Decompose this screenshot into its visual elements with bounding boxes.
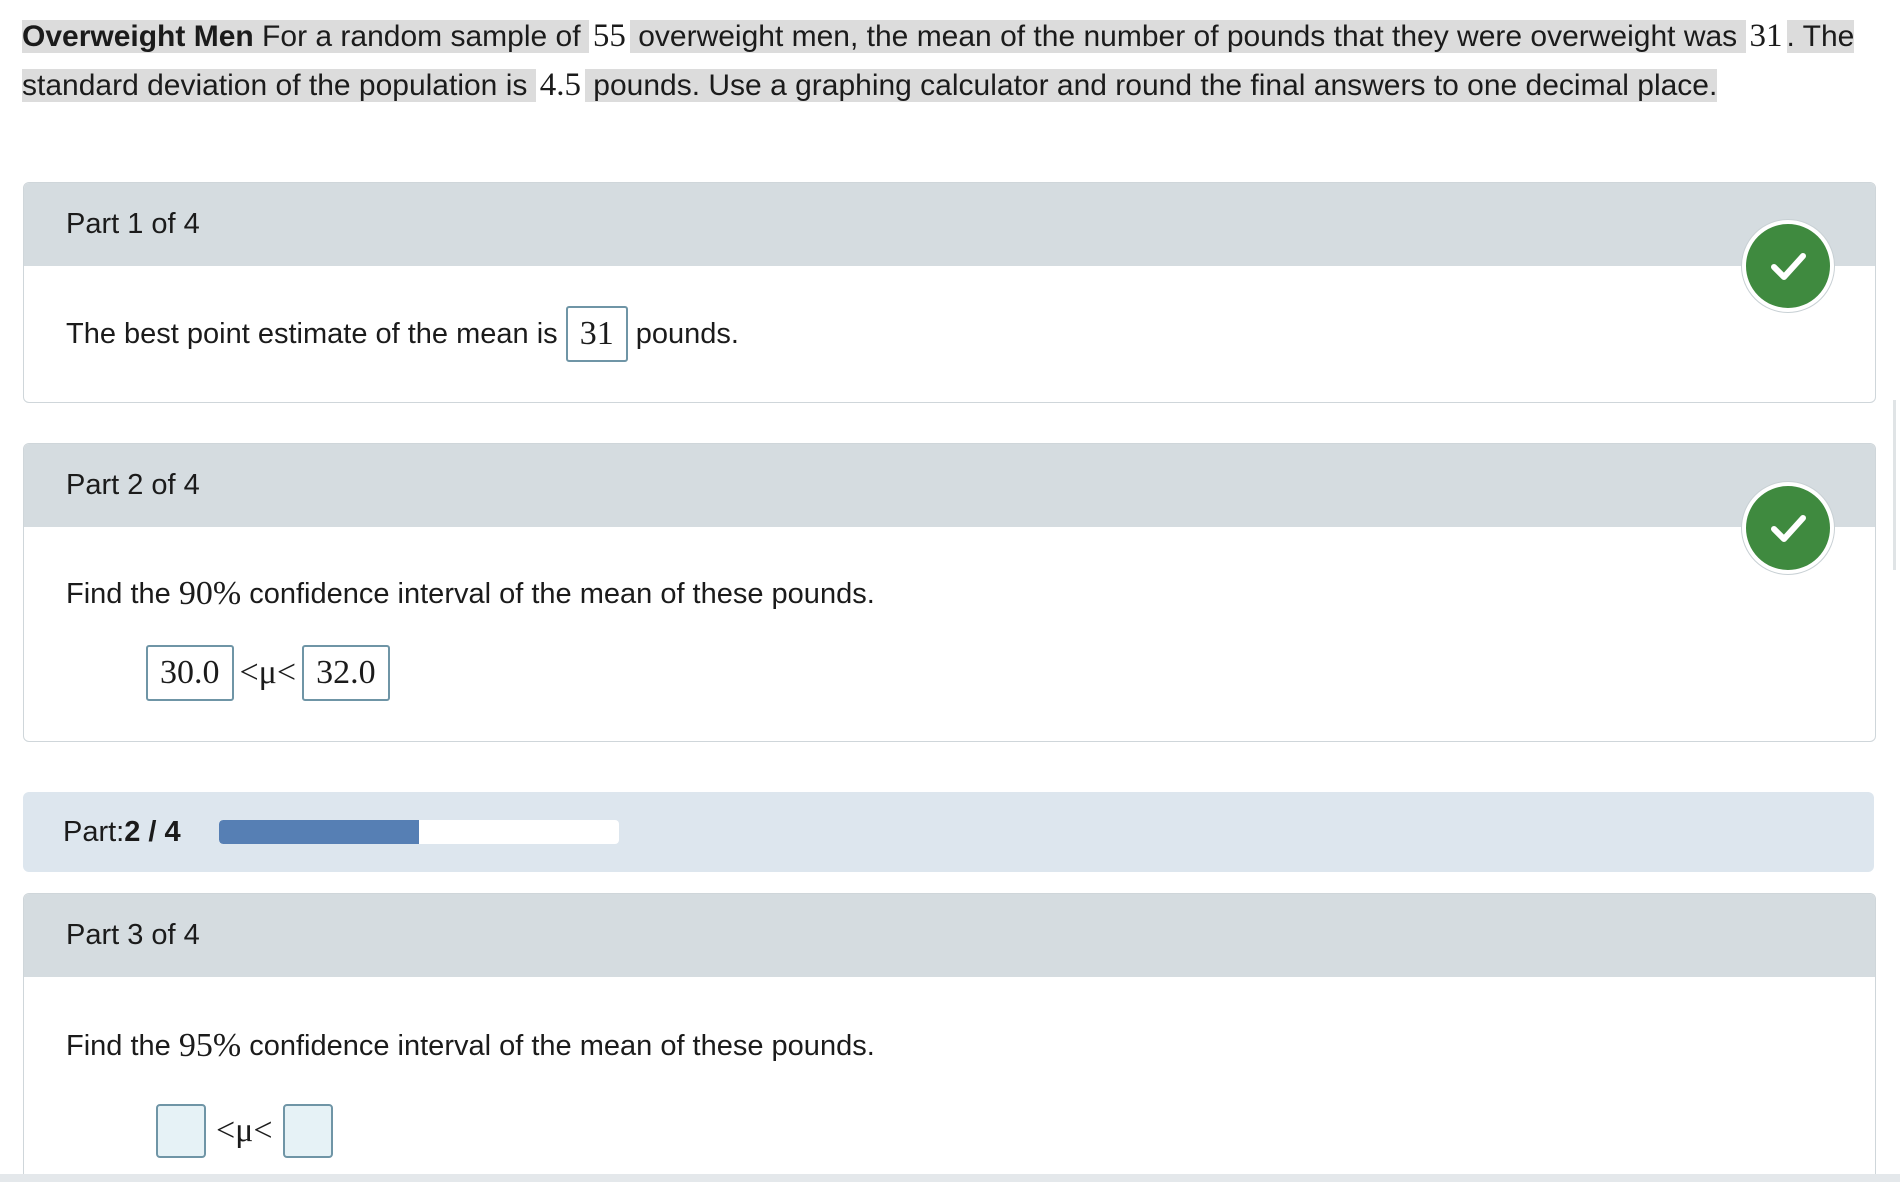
part-2-label: Part 2 of 4	[66, 469, 200, 501]
part-3-label: Part 3 of 4	[66, 919, 200, 951]
part-3-header: Part 3 of 4	[24, 894, 1875, 977]
part-2-percent: 90%	[178, 575, 242, 612]
scrollbar-edge	[1893, 400, 1896, 570]
problem-text-4: pounds. Use a graphing calculator and ro…	[584, 69, 1718, 102]
progress-strip: Part: 2 / 4	[23, 792, 1874, 872]
part-3-prompt-after: confidence interval of the mean of these…	[241, 1029, 875, 1062]
part-2-panel: Part 2 of 4 Find the 90% confidence inte…	[23, 443, 1876, 742]
problem-statement: Overweight Men For a random sample of 55…	[22, 12, 1882, 110]
bottom-divider	[0, 1174, 1900, 1182]
page: Overweight Men For a random sample of 55…	[0, 0, 1900, 1182]
progress-label: Part:	[63, 815, 125, 848]
problem-text-1: For a random sample of	[253, 20, 589, 53]
std-dev-value: 4.5	[535, 67, 585, 103]
part-1-header: Part 1 of 4	[24, 183, 1875, 266]
part-2-header: Part 2 of 4	[24, 444, 1875, 527]
part-3-lower-field[interactable]	[156, 1104, 206, 1158]
part-1-answer-field[interactable]: 31	[565, 306, 628, 362]
part-3-panel: Part 3 of 4 Find the 95% confidence inte…	[23, 893, 1876, 1182]
problem-title: Overweight Men	[22, 20, 254, 53]
progress-bar	[218, 820, 619, 844]
problem-text-2: overweight men, the mean of the number o…	[629, 20, 1746, 53]
part-1-prompt-after: pounds.	[627, 317, 739, 350]
part-2-prompt-before: Find the	[66, 577, 179, 610]
progress-bar-fill	[218, 820, 419, 844]
part-2-inequality: <μ<	[239, 654, 297, 691]
part-3-upper-field[interactable]	[282, 1104, 333, 1158]
sample-mean-value: 31	[1745, 18, 1787, 54]
part-3-interval: <μ<	[156, 1103, 333, 1159]
part-2-prompt: Find the 90% confidence interval of the …	[66, 569, 875, 619]
part-2-prompt-after: confidence interval of the mean of these…	[241, 577, 875, 610]
part-3-prompt-before: Find the	[66, 1029, 179, 1062]
part-3-prompt: Find the 95% confidence interval of the …	[66, 1021, 875, 1071]
part-2-check-icon	[1742, 482, 1834, 574]
part-2-upper-field[interactable]: 32.0	[302, 645, 390, 701]
progress-value: 2 / 4	[124, 815, 181, 848]
part-1-check-icon	[1742, 220, 1834, 312]
sample-size-value: 55	[588, 18, 630, 54]
part-2-lower-field[interactable]: 30.0	[146, 645, 234, 701]
part-1-prompt: The best point estimate of the mean is 3…	[66, 306, 739, 362]
part-3-inequality: <μ<	[216, 1112, 273, 1149]
part-3-percent: 95%	[178, 1027, 242, 1064]
part-1-panel: Part 1 of 4 The best point estimate of t…	[23, 182, 1876, 403]
part-1-prompt-before: The best point estimate of the mean is	[66, 317, 566, 350]
part-2-interval: 30.0 <μ< 32.0	[146, 645, 390, 701]
part-1-label: Part 1 of 4	[66, 208, 200, 240]
